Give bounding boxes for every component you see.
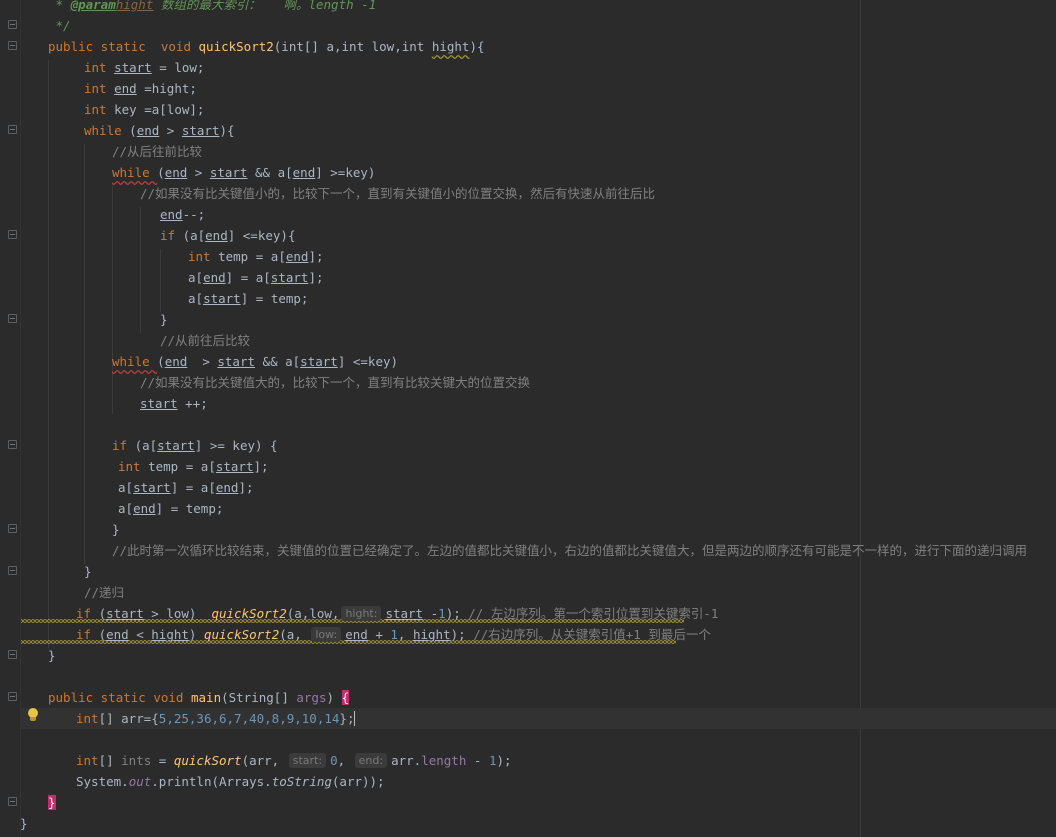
- fold-marker-icon[interactable]: [8, 20, 17, 29]
- param-hint: low:: [311, 627, 342, 642]
- fold-marker-icon[interactable]: [8, 524, 17, 533]
- code-line: int end =hight;: [84, 81, 197, 96]
- code-line: }: [48, 648, 56, 663]
- param-hint: start:: [288, 753, 327, 768]
- code-line: if (a[start] >= key) {: [112, 438, 278, 453]
- code-line: }: [84, 564, 92, 579]
- code-line: }: [112, 522, 120, 537]
- indent-guide: [160, 249, 161, 312]
- comment-line: //从后往前比较: [112, 144, 203, 159]
- indent-guide: [112, 186, 113, 414]
- comment-line: //递归: [84, 585, 125, 600]
- code-line: start ++;: [140, 396, 208, 411]
- code-line: }: [48, 795, 56, 810]
- code-line: int temp = a[start];: [118, 459, 269, 474]
- indent-guide: [48, 60, 49, 648]
- lightbulb-icon[interactable]: [27, 708, 39, 722]
- code-line: }: [20, 816, 28, 831]
- code-line: System.out.println(Arrays.toString(arr))…: [76, 774, 385, 789]
- fold-marker-icon[interactable]: [8, 650, 17, 659]
- fold-marker-icon[interactable]: [8, 230, 17, 239]
- code-line: while (end > start){: [84, 123, 235, 138]
- code-line: int temp = a[end];: [188, 249, 324, 264]
- fold-marker-icon[interactable]: [8, 692, 17, 701]
- code-line: int start = low;: [84, 60, 205, 75]
- indent-guide: [84, 144, 85, 564]
- code-line: int[] ints = quickSort(arr, start: 0, end…: [76, 753, 512, 768]
- code-line: a[start] = a[end];: [118, 480, 254, 495]
- code-line: if (start > low) quickSort2(a,low, hight:…: [76, 606, 719, 621]
- param-hint: end:: [354, 753, 388, 768]
- code-line: public static void main(String[] args) {: [48, 690, 350, 705]
- code-line: if (a[end] <=key){: [160, 228, 296, 243]
- code-line: * @paramhight 数组的最大索引： 啊。length -1: [48, 0, 377, 12]
- code-line: a[end] = a[start];: [188, 270, 324, 285]
- code-line: }: [160, 312, 168, 327]
- code-line: while (end > start && a[start] <=key): [112, 354, 399, 369]
- comment-line: //从前往后比较: [160, 333, 251, 348]
- fold-marker-icon[interactable]: [8, 125, 17, 134]
- comment-line: //此时第一次循环比较结束，关键值的位置已经确定了。左边的值都比关键值小，右边的…: [112, 543, 1028, 558]
- code-line: int key =a[low];: [84, 102, 205, 117]
- code-editor[interactable]: * @paramhight 数组的最大索引： 啊。length -1 */ pu…: [0, 0, 1056, 837]
- fold-marker-icon[interactable]: [8, 440, 17, 449]
- code-line: a[start] = temp;: [188, 291, 309, 306]
- code-line: if (end < hight) quickSort2(a, low: end +…: [76, 627, 711, 642]
- code-line: while (end > start && a[end] >=key): [112, 165, 376, 180]
- fold-marker-icon[interactable]: [8, 41, 17, 50]
- param-hint: hight:: [341, 606, 382, 621]
- code-line: end--;: [160, 207, 206, 222]
- fold-marker-icon[interactable]: [8, 314, 17, 323]
- comment-line: //如果没有比关键值小的，比较下一个，直到有关键值小的位置交换，然后有快速从前往…: [140, 186, 656, 201]
- comment-line: //如果没有比关键值大的，比较下一个，直到有比较关键大的位置交换: [140, 375, 531, 390]
- code-line: a[end] = temp;: [118, 501, 224, 516]
- text-caret: [354, 711, 356, 726]
- fold-marker-icon[interactable]: [8, 797, 17, 806]
- code-line: public static void quickSort2(int[] a,in…: [48, 39, 485, 54]
- code-line[interactable]: int[] arr={5,25,36,6,7,40,8,9,10,14};: [76, 708, 356, 729]
- indent-guide: [140, 207, 141, 333]
- fold-marker-icon[interactable]: [8, 566, 17, 575]
- code-line: */: [48, 18, 71, 33]
